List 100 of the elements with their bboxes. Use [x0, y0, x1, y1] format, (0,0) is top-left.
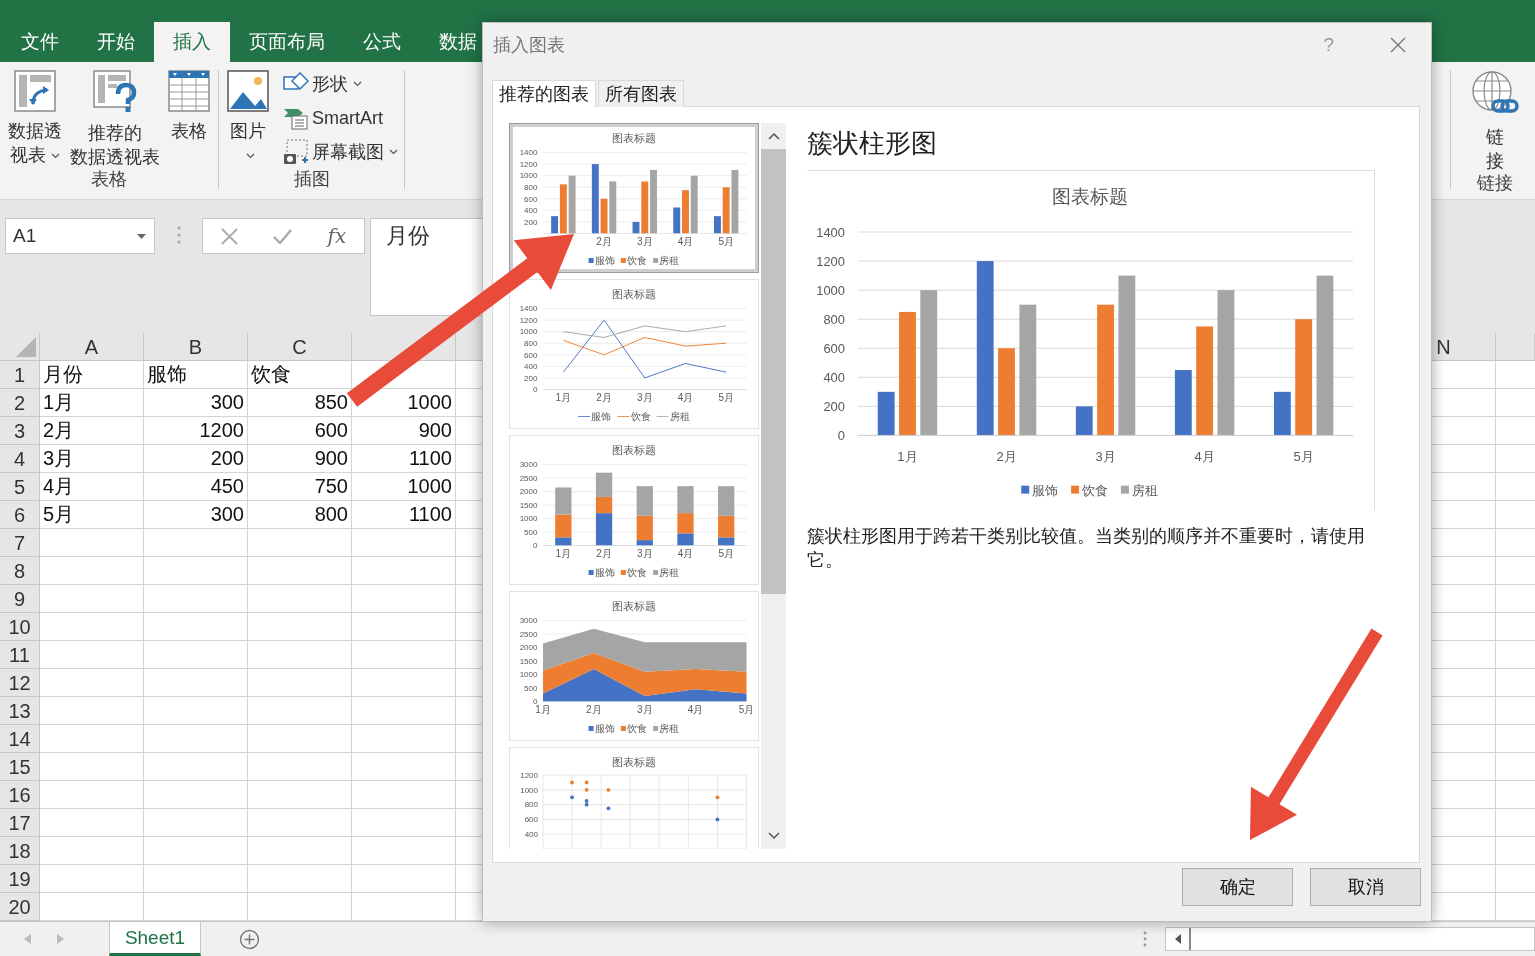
axis-label: 2月: [586, 703, 602, 715]
axis-label: 4月: [677, 547, 694, 559]
axis-label: 0: [533, 697, 538, 707]
image-icon: [227, 70, 269, 112]
table-cell-text: 1000: [406, 474, 453, 499]
axis-label: 500: [524, 683, 538, 693]
column-header[interactable]: [1496, 333, 1535, 361]
column-header[interactable]: B: [144, 333, 248, 361]
dialog-tab[interactable]: 所有图表: [598, 80, 684, 107]
column-header[interactable]: C: [248, 333, 352, 361]
row-header[interactable]: 17: [0, 809, 40, 837]
shapes-button[interactable]: 形状: [283, 70, 398, 98]
legend-label: 房租: [659, 723, 680, 735]
table-cell-text: 450: [209, 474, 245, 499]
screenshot-button[interactable]: 屏幕截图: [283, 138, 398, 166]
row-header[interactable]: 19: [0, 865, 40, 893]
row-header[interactable]: 20: [0, 893, 40, 921]
axis-label: 400: [823, 369, 845, 385]
table-cell-text: 900: [417, 418, 453, 443]
smartart-button[interactable]: SmartArt: [283, 104, 398, 132]
table-cell-text: 900: [313, 446, 349, 471]
chart-option[interactable]: 图表标题 0 200 400 600 800 1000 1200 1400 1月 2月 3月 4月 5月 服饰 饮食 房租: [509, 279, 759, 429]
scroll-up-icon[interactable]: [767, 132, 780, 140]
ribbon-tab[interactable]: 公式: [344, 22, 420, 62]
legend-item: 饮食: [620, 255, 648, 267]
legend-item: 房租: [1120, 482, 1158, 498]
link-button[interactable]: 链 接: [1469, 70, 1521, 173]
row-header[interactable]: 1: [0, 361, 40, 389]
row-header[interactable]: 4: [0, 445, 40, 473]
chart-option[interactable]: 图表标题 1200 1000 800 600 400: [509, 747, 759, 849]
next-sheet-icon[interactable]: [57, 934, 64, 944]
axis-label: 4月: [677, 235, 694, 247]
axis-label: 600: [524, 815, 538, 825]
scroll-down-icon[interactable]: [767, 832, 780, 840]
close-icon[interactable]: [1390, 36, 1406, 53]
recommended-pivot-button[interactable]: 推荐的 数据透视表: [68, 70, 162, 169]
legend-label: 服饰: [591, 411, 612, 423]
axis-label: 800: [524, 183, 538, 193]
ribbon-tab[interactable]: 文件: [2, 22, 78, 62]
row-header[interactable]: 6: [0, 501, 40, 529]
row-header[interactable]: 8: [0, 557, 40, 585]
row-header[interactable]: 2: [0, 389, 40, 417]
row-header[interactable]: 13: [0, 697, 40, 725]
row-header[interactable]: 7: [0, 529, 40, 557]
row-header[interactable]: 9: [0, 585, 40, 613]
table-cell-text: 1100: [408, 446, 453, 471]
axis-label: 5月: [1293, 449, 1314, 465]
horizontal-scrollbar[interactable]: [1165, 927, 1535, 951]
chart-option[interactable]: 图表标题 200 400 600 800 1000 1200 1400 2月 3月 4月 5月 服饰 饮食 房租: [509, 123, 759, 273]
axis-label: 2500: [519, 473, 538, 483]
pivot-table-button[interactable]: 数据透 视表: [6, 70, 64, 169]
axis-label: 1000: [519, 670, 538, 680]
row-header[interactable]: 10: [0, 613, 40, 641]
ok-button[interactable]: 确定: [1182, 868, 1293, 906]
axis-label: 200: [823, 398, 845, 414]
drag-handle-icon: [176, 226, 181, 244]
scroll-left-icon[interactable]: [1174, 934, 1181, 944]
axis-label: 4月: [687, 703, 704, 715]
chart-option[interactable]: 图表标题 0 500 1000 1500 2000 2500 3000 1月 2月 3月 4月 5月 服饰 饮食 房租: [509, 435, 759, 585]
chart-option[interactable]: 图表标题 0 500 1000 1500 2000 2500 3000 1月 2月 3月 4月 5月 服饰 饮食 房租: [509, 591, 759, 741]
row-header[interactable]: 12: [0, 669, 40, 697]
legend-label: 饮食: [626, 567, 648, 579]
legend-item: 服饰: [588, 255, 615, 267]
vertical-scrollbar[interactable]: [761, 123, 786, 849]
cancel-icon[interactable]: [220, 227, 238, 245]
sheet-tab[interactable]: Sheet1: [109, 922, 201, 956]
axis-label: 2000: [519, 487, 538, 497]
axis-label: 3000: [519, 616, 538, 626]
ribbon-tab[interactable]: 插入: [154, 22, 230, 62]
table-cell-text: 600: [313, 418, 349, 443]
insert-function-button[interactable]: fx: [327, 224, 347, 248]
row-header[interactable]: 11: [0, 641, 40, 669]
ribbon-tab[interactable]: 开始: [78, 22, 154, 62]
check-icon[interactable]: [273, 228, 293, 244]
legend-label: 房租: [659, 255, 680, 267]
axis-label: 800: [524, 339, 538, 349]
previous-sheet-icon[interactable]: [24, 934, 31, 944]
axis-label: 3月: [637, 703, 653, 715]
axis-label: 1200: [816, 253, 845, 269]
add-sheet-icon[interactable]: [239, 928, 260, 950]
column-header[interactable]: A: [40, 333, 144, 361]
row-header[interactable]: 18: [0, 837, 40, 865]
cell-reference: A1: [13, 225, 37, 247]
select-all-button[interactable]: [16, 337, 36, 357]
cancel-button[interactable]: 取消: [1310, 868, 1421, 906]
ribbon-tab[interactable]: 页面布局: [230, 22, 344, 62]
axis-label: 400: [524, 362, 538, 372]
row-header[interactable]: 15: [0, 753, 40, 781]
row-header[interactable]: 16: [0, 781, 40, 809]
dialog-tab[interactable]: 推荐的图表: [492, 80, 596, 107]
table-cell-text: 800: [313, 502, 349, 527]
row-header[interactable]: 14: [0, 725, 40, 753]
axis-label: 3月: [637, 547, 653, 559]
chart-title: 图表标题: [612, 755, 656, 768]
table-button[interactable]: 表格: [166, 70, 212, 169]
name-box[interactable]: A1: [5, 218, 155, 254]
picture-button[interactable]: 图片: [225, 70, 271, 169]
row-header[interactable]: 5: [0, 473, 40, 501]
row-header[interactable]: 3: [0, 417, 40, 445]
table-cell-text: 1000: [406, 390, 453, 415]
